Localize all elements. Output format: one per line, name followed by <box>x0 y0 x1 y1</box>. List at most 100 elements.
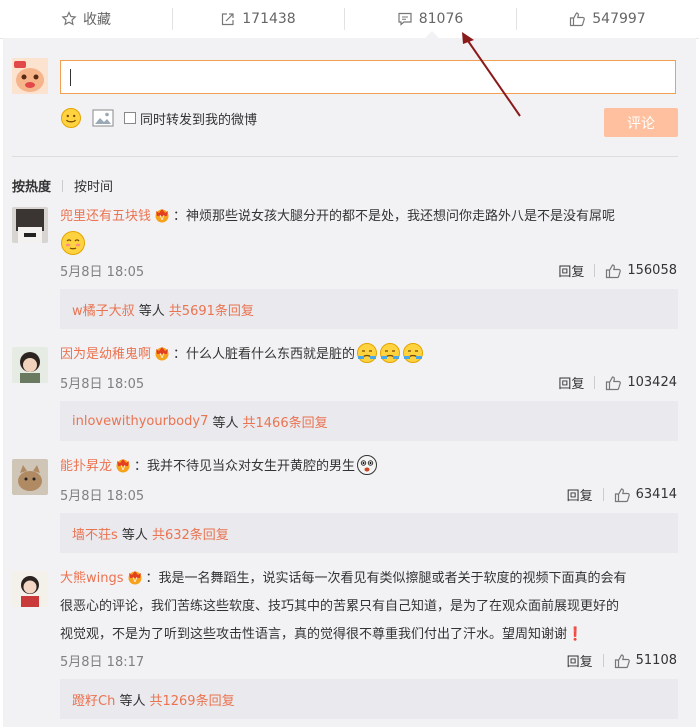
forward-icon <box>222 13 234 26</box>
reply-etc: 等人 <box>212 415 239 431</box>
avatar[interactable] <box>12 347 48 383</box>
reply-count-link[interactable]: 共632条回复 <box>152 524 229 543</box>
crying-emoji-icon <box>357 343 378 363</box>
reply-count-link[interactable]: 共1269条回复 <box>149 690 234 709</box>
action-bar: 收藏 171438 81076 547997 <box>0 0 699 39</box>
reply-summary[interactable]: w橘子大叔 等人 共5691条回复 <box>60 289 678 329</box>
comment-actions: 回复 103424 <box>558 373 677 392</box>
favorite-tab[interactable]: 收藏 <box>0 0 172 38</box>
like-count: 547997 <box>592 11 646 27</box>
comment-username[interactable]: 能扑昇龙 <box>60 459 112 474</box>
forward-count: 171438 <box>242 11 296 27</box>
comment-username[interactable]: 因为是幼稚鬼啊 <box>60 347 151 362</box>
reply-button[interactable]: 回复 <box>567 485 593 504</box>
thumbs-up-icon[interactable] <box>614 487 631 503</box>
svg-text:V: V <box>132 576 137 584</box>
comment-body: ：什么人脏看什么东西就是脏的 <box>173 347 356 362</box>
vip-badge-icon: V <box>128 571 142 585</box>
reply-username[interactable]: inlovewithyourbody7 <box>72 414 208 429</box>
pointer-caret-icon <box>424 31 440 39</box>
comment-username[interactable]: 兜里还有五块钱 <box>60 209 151 224</box>
avatar[interactable] <box>12 207 48 243</box>
vip-badge-icon: V <box>116 459 130 473</box>
thumbs-up-icon[interactable] <box>605 375 622 391</box>
comment-line: 大熊wings V ：我是一名舞蹈生，说实话每一次看见有类似擦腿或者关于软度的视频下… <box>60 565 680 593</box>
text-caret <box>70 69 71 86</box>
like-count: 51108 <box>635 653 677 668</box>
divider <box>602 654 604 667</box>
reply-count-link[interactable]: 共5691条回复 <box>169 300 254 319</box>
favorite-label: 收藏 <box>83 12 111 28</box>
svg-text:V: V <box>160 352 165 360</box>
submit-comment-button[interactable]: 评论 <box>604 108 678 137</box>
sort-by-time[interactable]: 按时间 <box>74 176 113 195</box>
comment-date: 5月8日 18:05 <box>60 489 145 504</box>
comment-body-line3: 视觉观，不是为了听到这些攻击性语言，真的觉得很不尊重我们付出了汗水。望周知谢谢❗ <box>60 627 584 642</box>
reply-summary[interactable]: 蹬籽Ch 等人 共1269条回复 <box>60 679 678 719</box>
comment-input[interactable] <box>60 60 676 94</box>
avatar[interactable] <box>12 459 48 495</box>
reply-count-link[interactable]: 共1466条回复 <box>243 412 328 431</box>
reply-etc: 等人 <box>119 693 146 709</box>
comment-text: 因为是幼稚鬼啊 V ：什么人脏看什么东西就是脏的 <box>60 341 680 369</box>
comment-text: 大熊wings V ：我是一名舞蹈生，说实话每一次看见有类似擦腿或者关于软度的视频下… <box>60 565 680 649</box>
thumbs-up-icon[interactable] <box>605 263 622 279</box>
sort-by-hot[interactable]: 按热度 <box>12 176 51 195</box>
comment-body: ：我并不待见当众对女生开黄腔的男生 <box>134 459 356 474</box>
comment-actions: 回复 51108 <box>567 651 677 670</box>
my-avatar[interactable] <box>12 58 48 94</box>
user-photo-icon <box>12 207 48 243</box>
user-photo-icon <box>12 347 48 383</box>
like-count: 103424 <box>627 375 677 390</box>
sync-option[interactable]: 同时转发到我的微博 <box>124 109 257 128</box>
crying-emoji-icon <box>380 343 401 363</box>
comment-date: 5月8日 18:05 <box>60 377 145 392</box>
like-count: 156058 <box>627 263 677 278</box>
reply-button[interactable]: 回复 <box>558 261 584 280</box>
sync-label: 同时转发到我的微博 <box>140 112 258 128</box>
divider <box>172 8 173 30</box>
thumbs-up-icon[interactable] <box>614 653 631 669</box>
divider <box>602 488 604 501</box>
emoji-icon[interactable] <box>60 107 82 129</box>
comment-body-line2: 很恶心的评论，我们苦练这些软度、技巧其中的苦累只有自己知道，是为了在观众面前展现… <box>60 599 620 614</box>
reply-button[interactable]: 回复 <box>558 373 584 392</box>
comment-date: 5月8日 18:17 <box>60 655 145 670</box>
reply-username[interactable]: 墙不荘s <box>72 524 118 543</box>
reply-username[interactable]: w橘子大叔 <box>72 300 135 319</box>
comment-text: 能扑昇龙 V ：我并不待见当众对女生开黄腔的男生 <box>60 453 680 481</box>
thumbs-up-icon <box>570 12 586 27</box>
comment-actions: 回复 63414 <box>567 485 677 504</box>
divider <box>344 8 345 30</box>
reply-button[interactable]: 回复 <box>567 651 593 670</box>
sync-checkbox[interactable] <box>124 112 136 124</box>
image-icon[interactable] <box>92 108 114 128</box>
svg-text:V: V <box>121 464 126 472</box>
comment-body-line1: ：我是一名舞蹈生，说实话每一次看见有类似擦腿或者关于软度的视频下面真的会有 <box>145 571 627 586</box>
vip-badge-icon: V <box>155 209 169 223</box>
comment-username[interactable]: 大熊wings <box>60 571 124 586</box>
comment-icon <box>398 12 412 26</box>
star-icon <box>61 11 77 26</box>
avatar[interactable] <box>12 571 48 607</box>
reply-username[interactable]: 蹬籽Ch <box>72 690 115 709</box>
divider <box>516 8 517 30</box>
shocked-face-icon <box>357 455 378 475</box>
comment-actions: 回复 156058 <box>558 261 677 280</box>
forward-tab[interactable]: 171438 <box>172 0 344 38</box>
divider <box>594 264 596 277</box>
comment-body: ：神烦那些说女孩大腿分开的都不是处，我还想问你走路外八是不是没有屌呢 <box>173 209 616 224</box>
like-count: 63414 <box>635 487 677 502</box>
cartoon-avatar-icon <box>12 58 48 94</box>
cat-photo-icon <box>12 459 48 495</box>
comment-text: 兜里还有五块钱 V ：神烦那些说女孩大腿分开的都不是处，我还想问你走路外八是不是没有… <box>60 203 680 231</box>
sort-tabs: 按热度 按时间 <box>12 176 113 195</box>
reply-summary[interactable]: 墙不荘s 等人 共632条回复 <box>60 513 678 553</box>
divider <box>12 156 678 157</box>
like-tab[interactable]: 547997 <box>516 0 699 38</box>
reply-summary[interactable]: inlovewithyourbody7 等人 共1466条回复 <box>60 401 678 441</box>
user-photo-icon <box>12 571 48 607</box>
svg-text:V: V <box>160 214 165 222</box>
sort-divider <box>62 179 64 192</box>
comment-count: 81076 <box>418 11 464 27</box>
